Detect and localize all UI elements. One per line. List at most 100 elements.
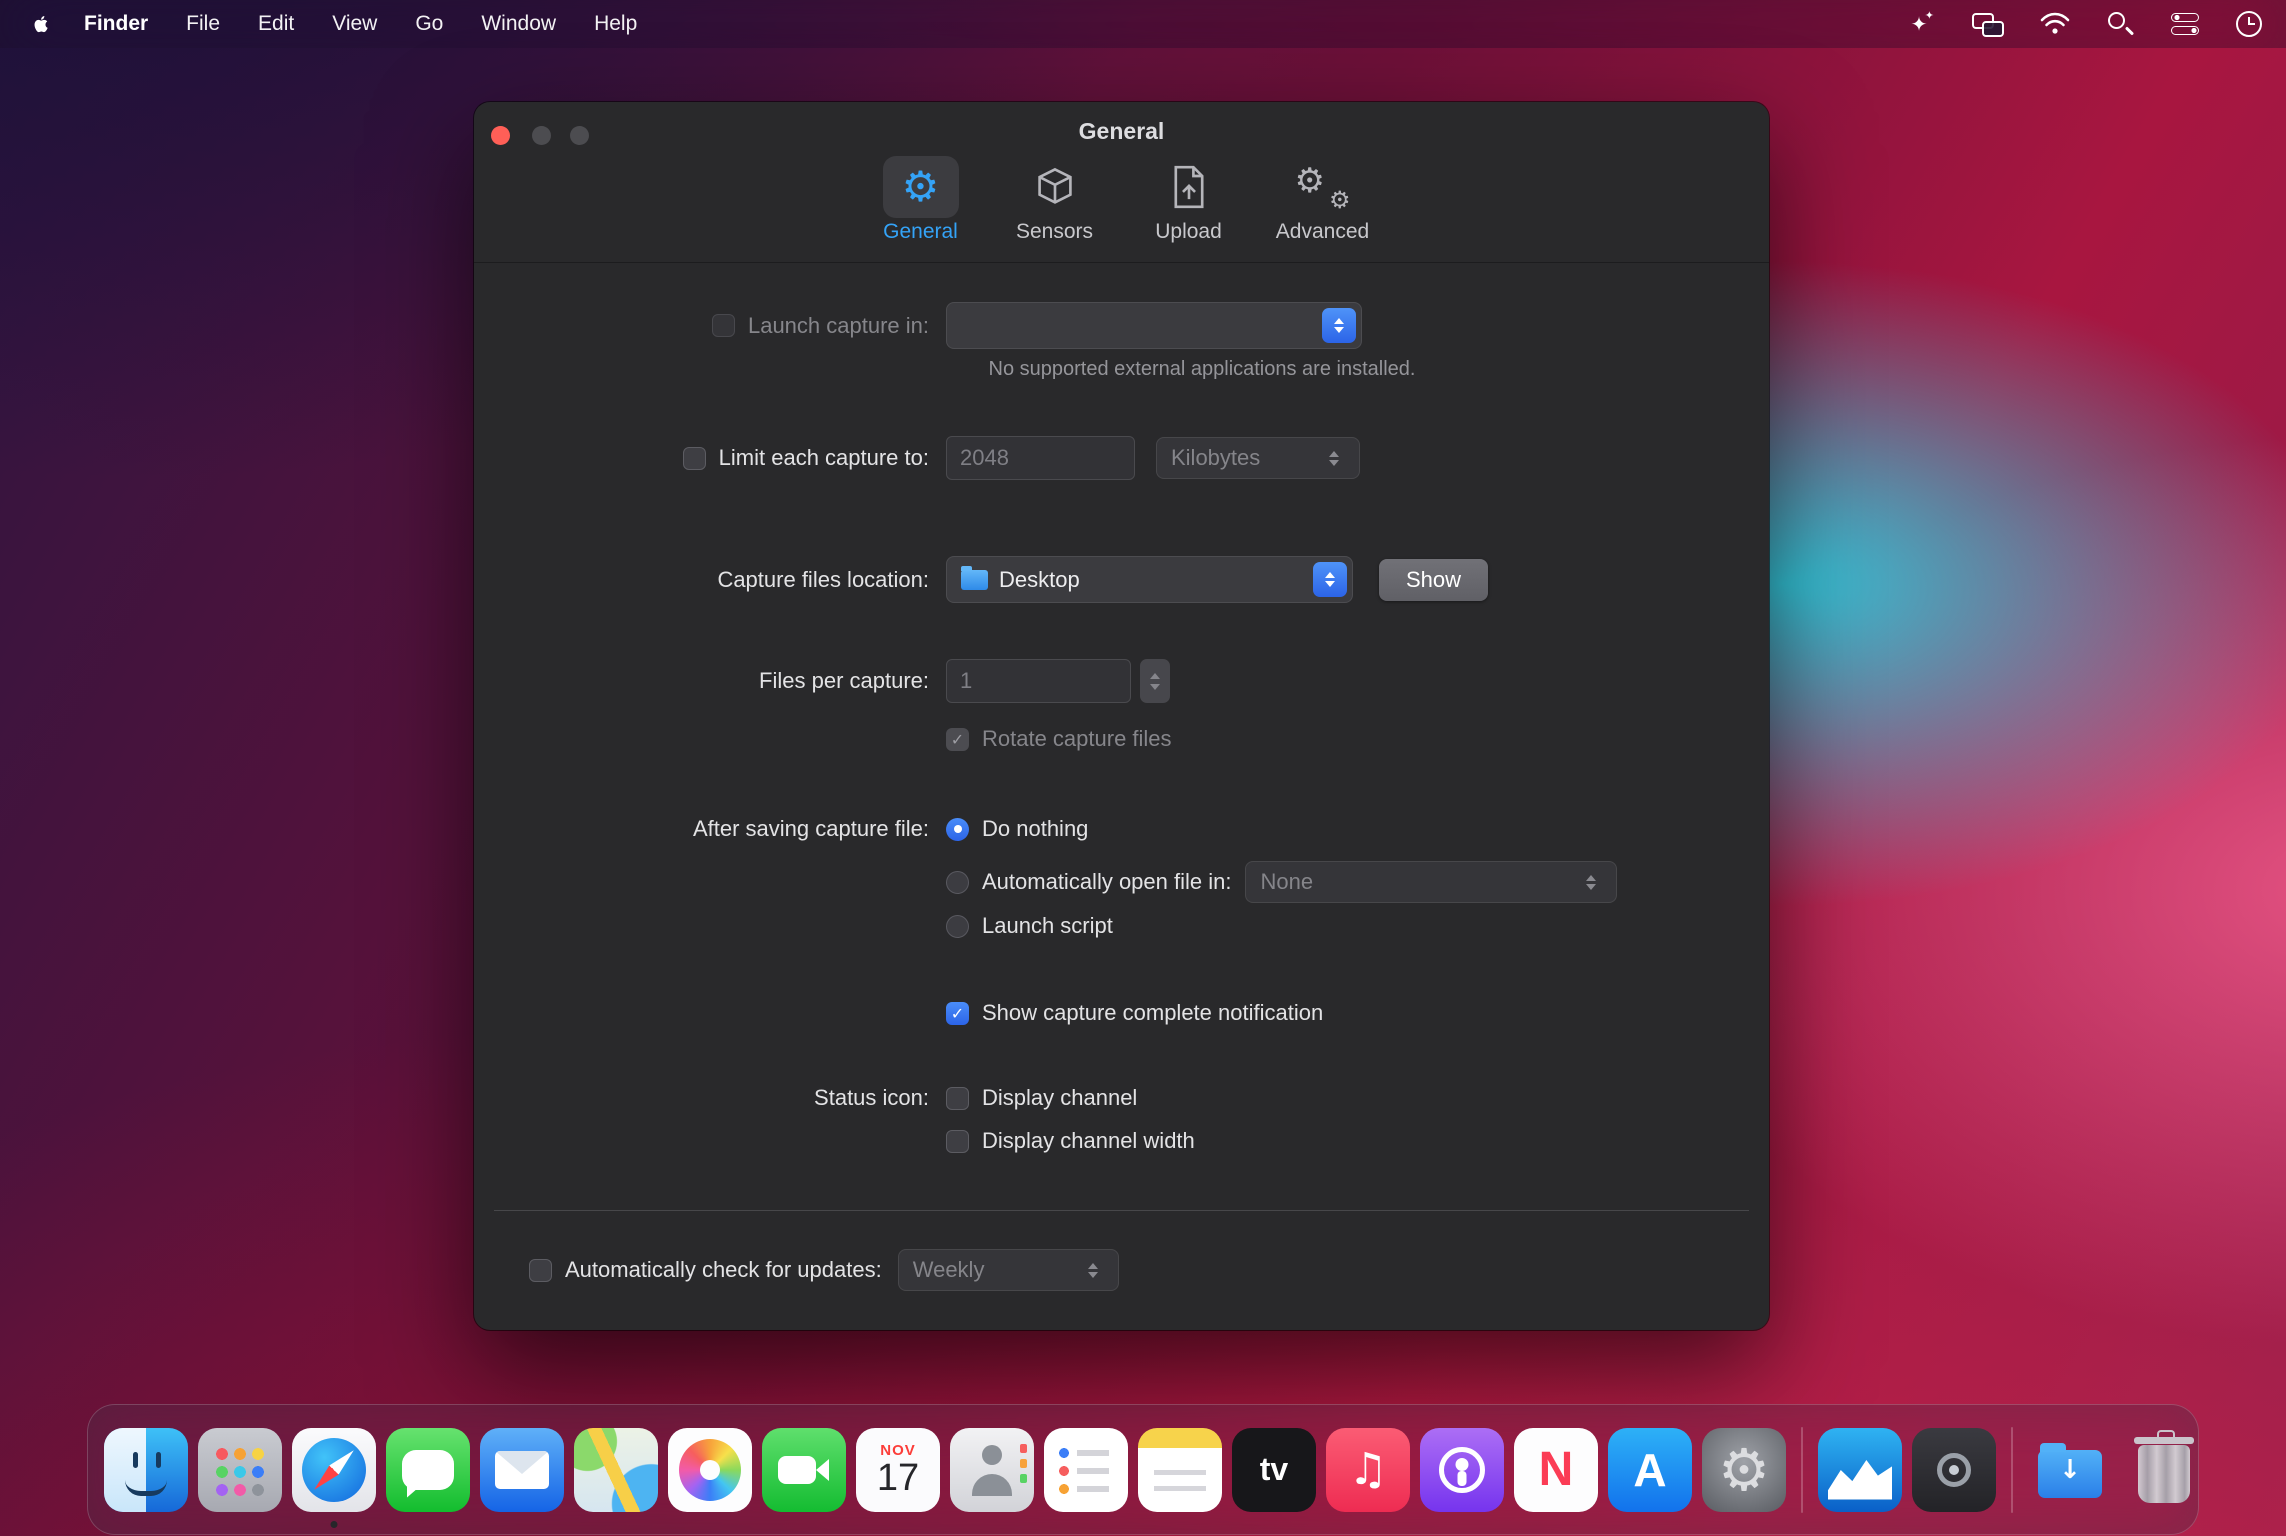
display-channel-checkbox[interactable]	[946, 1086, 969, 1110]
dock-mail[interactable]	[480, 1427, 564, 1512]
menu-help[interactable]: Help	[575, 12, 656, 36]
menu-file[interactable]: File	[167, 12, 239, 36]
dock-news[interactable]: N	[1514, 1427, 1598, 1512]
apple-menu[interactable]	[24, 13, 65, 36]
updates-label: Automatically check for updates:	[565, 1257, 882, 1282]
control-center-icon[interactable]	[2170, 13, 2200, 35]
updates-row: Automatically check for updates: Weekly	[474, 1249, 1769, 1291]
display-channel-width-checkbox[interactable]	[946, 1129, 969, 1153]
tab-advanced[interactable]: ⚙ ⚙ Advanced	[1271, 156, 1375, 244]
limit-capture-checkbox[interactable]	[682, 446, 706, 470]
capture-location-popup[interactable]: Desktop	[946, 556, 1353, 603]
do-nothing-radio[interactable]	[946, 817, 969, 841]
menu-bar-left: Finder File Edit View Go Window Help	[24, 12, 656, 36]
active-app-menu[interactable]: Finder	[65, 12, 167, 36]
dock-separator	[2011, 1426, 2013, 1513]
notification-label: Show capture complete notification	[982, 1000, 1324, 1025]
files-per-capture-row: Files per capture: 1	[474, 659, 1769, 703]
capture-location-label: Capture files location:	[717, 566, 929, 592]
tab-upload[interactable]: Upload	[1137, 156, 1241, 244]
popup-arrows-icon	[1317, 443, 1351, 473]
launch-capture-helper: No supported external applications are i…	[988, 358, 1416, 380]
rotate-capture-checkbox[interactable]: ✓	[946, 727, 969, 751]
dock-maps[interactable]	[574, 1427, 658, 1512]
dock-photos[interactable]	[668, 1427, 752, 1512]
window-title: General	[1078, 118, 1165, 144]
dock-appletv[interactable]: tv	[1232, 1427, 1316, 1512]
dock-finder[interactable]	[104, 1427, 188, 1512]
launch-capture-checkbox[interactable]	[711, 314, 735, 337]
dock-separator	[1801, 1426, 1803, 1513]
show-button[interactable]: Show	[1379, 558, 1489, 601]
dock-podcasts[interactable]	[1420, 1427, 1504, 1512]
dock-music[interactable]: ♫	[1326, 1427, 1410, 1512]
dock-camera-utility[interactable]	[1912, 1427, 1996, 1512]
launch-capture-popup[interactable]	[946, 302, 1362, 349]
display-channel-width-label: Display channel width	[982, 1128, 1195, 1153]
dock-notes[interactable]	[1138, 1427, 1222, 1512]
limit-capture-label: Limit each capture to:	[718, 445, 929, 470]
menu-window[interactable]: Window	[462, 12, 575, 36]
open-file-radio[interactable]	[946, 870, 969, 894]
tab-label: Advanced	[1275, 220, 1370, 243]
upload-document-icon	[1151, 156, 1227, 218]
dock-safari[interactable]	[292, 1427, 376, 1528]
popup-arrows-icon	[1313, 562, 1347, 597]
gear-icon: ⚙	[882, 156, 959, 218]
status-icon-row: Status icon: Display channel	[474, 1085, 1769, 1111]
popup-arrows-icon	[1076, 1255, 1110, 1285]
calendar-day: 17	[876, 1457, 920, 1500]
channel-width-row: Display channel width	[474, 1128, 1769, 1154]
launch-script-radio[interactable]	[946, 914, 969, 938]
popup-arrows-icon	[1322, 308, 1356, 343]
after-saving-row: After saving capture file: Do nothing	[474, 816, 1769, 842]
menu-bar: Finder File Edit View Go Window Help ✦ ✦	[0, 0, 2286, 48]
updates-popup[interactable]: Weekly	[897, 1249, 1119, 1291]
files-per-capture-field[interactable]: 1	[946, 659, 1131, 703]
menu-extra-icon[interactable]: ✦ ✦	[1904, 9, 1934, 39]
menu-view[interactable]: View	[313, 12, 396, 36]
running-indicator	[330, 1520, 338, 1528]
dock-reminders[interactable]	[1044, 1427, 1128, 1512]
dock-downloads-folder[interactable]: ↓	[2028, 1428, 2112, 1512]
display-channel-label: Display channel	[982, 1085, 1138, 1110]
tab-sensors[interactable]: Sensors	[1003, 156, 1107, 244]
rotate-capture-row: ✓ Rotate capture files	[474, 726, 1769, 752]
cube-icon	[1017, 156, 1093, 218]
dock-trash[interactable]	[2122, 1428, 2206, 1512]
after-saving-label: After saving capture file:	[692, 816, 929, 841]
menu-edit[interactable]: Edit	[239, 12, 313, 36]
status-icon-label: Status icon:	[814, 1085, 929, 1110]
windows-icon[interactable]	[1970, 11, 2004, 37]
files-per-capture-label: Files per capture:	[759, 668, 929, 693]
limit-capture-row: Limit each capture to: 2048 Kilobytes	[474, 436, 1769, 480]
tab-general[interactable]: ⚙ General	[869, 156, 973, 244]
rotate-capture-label: Rotate capture files	[982, 726, 1172, 751]
limit-unit-popup[interactable]: Kilobytes	[1156, 437, 1360, 479]
popup-arrows-icon	[1574, 867, 1608, 897]
capture-location-row: Capture files location: Desktop Show	[474, 556, 1769, 603]
section-divider	[494, 1210, 1749, 1211]
search-icon[interactable]	[2106, 10, 2135, 38]
dock-contacts[interactable]	[950, 1427, 1034, 1512]
updates-checkbox[interactable]	[529, 1258, 552, 1282]
dock-system-preferences[interactable]: ⚙	[1702, 1427, 1786, 1512]
tab-label: Sensors	[1015, 220, 1094, 243]
dock-capture-app[interactable]	[1818, 1427, 1902, 1512]
wifi-icon[interactable]	[2040, 9, 2070, 39]
dock: NOV 17 tv ♫ N A ⚙ ↓	[87, 1404, 2199, 1535]
menu-go[interactable]: Go	[396, 12, 462, 36]
limit-size-field[interactable]: 2048	[946, 436, 1135, 480]
clock-icon[interactable]	[2236, 11, 2262, 37]
dock-facetime[interactable]	[762, 1427, 846, 1512]
preferences-window: General ⚙ General Sensors Upload ⚙ ⚙ Adv…	[474, 102, 1769, 1330]
dock-messages[interactable]	[386, 1427, 470, 1512]
dock-appstore[interactable]: A	[1608, 1427, 1692, 1512]
launch-capture-label: Launch capture in:	[747, 312, 929, 338]
toolbar-divider	[474, 262, 1769, 263]
files-stepper[interactable]	[1140, 659, 1170, 703]
dock-launchpad[interactable]	[198, 1427, 282, 1512]
open-file-popup[interactable]: None	[1245, 861, 1618, 903]
notification-checkbox[interactable]: ✓	[946, 1001, 969, 1025]
dock-calendar[interactable]: NOV 17	[856, 1427, 940, 1512]
